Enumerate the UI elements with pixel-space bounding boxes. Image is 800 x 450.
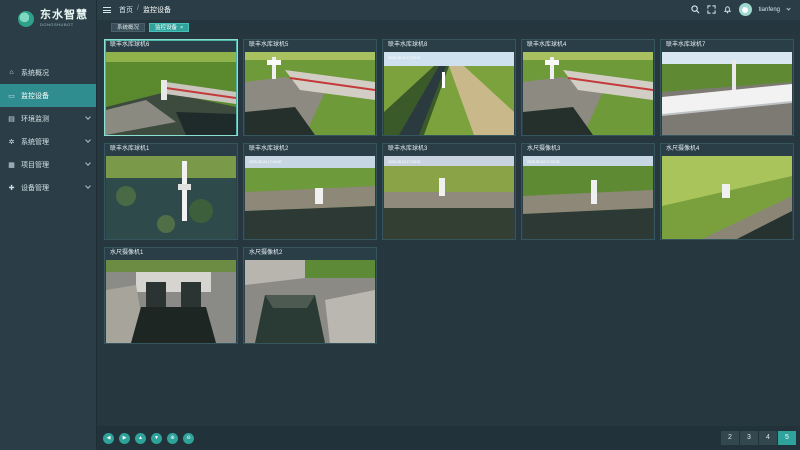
zoom-out-icon[interactable]: ⊖ xyxy=(183,432,194,444)
zoom-in-icon[interactable]: ⊕ xyxy=(167,432,178,444)
sidebar-item-monitor[interactable]: ▭ 监控设备 xyxy=(0,84,96,107)
sidebar-item-label: 系统管理 xyxy=(21,138,49,146)
username[interactable]: tianfeng xyxy=(759,7,780,13)
camera-tile[interactable]: 水尺摄像机3 2025-05-24 17:00:32 xyxy=(521,143,655,240)
tab-monitor[interactable]: 监控设备 × xyxy=(149,22,190,32)
chevron-down-icon[interactable] xyxy=(786,6,791,11)
breadcrumb: 首页 / 监控设备 xyxy=(119,5,171,15)
sidebar-item-label: 设备管理 xyxy=(21,184,49,192)
up-arrow-icon[interactable]: ▲ xyxy=(135,432,146,444)
sidebar-item-project[interactable]: ▦ 项目管理 xyxy=(0,153,96,176)
camera-tile[interactable]: 水尺摄像机1 xyxy=(104,247,238,344)
home-icon: ⌂ xyxy=(9,69,14,76)
camera-grid: 联丰水库球机6 联丰水库球机5 联丰水库球机8 2025-05-24 17:00… xyxy=(97,34,800,426)
camera-feed[interactable] xyxy=(106,260,236,343)
camera-feed[interactable] xyxy=(662,52,792,135)
camera-feed[interactable] xyxy=(523,52,653,135)
top-header: 首页 / 监控设备 tianfeng xyxy=(97,0,800,20)
page-button-2[interactable]: 2 xyxy=(721,431,739,445)
camera-title: 水尺摄像机4 xyxy=(666,146,700,152)
fullscreen-icon[interactable] xyxy=(707,5,716,14)
camera-feed[interactable] xyxy=(662,156,792,239)
camera-tile[interactable]: 联丰水库球机1 xyxy=(104,143,238,240)
logo-icon xyxy=(18,10,34,27)
camera-title: 联丰水库球机7 xyxy=(666,42,706,48)
logo: 东水智慧 DONGSHUBOT xyxy=(0,0,96,37)
camera-tile[interactable]: 联丰水库球机7 xyxy=(660,39,794,136)
camera-tile[interactable]: 水尺摄像机2 xyxy=(243,247,377,344)
camera-tile[interactable]: 联丰水库球机4 xyxy=(521,39,655,136)
breadcrumb-current: 监控设备 xyxy=(142,7,171,14)
camera-feed[interactable] xyxy=(245,52,375,135)
sidebar-item-label: 环境监测 xyxy=(21,115,49,123)
camera-tile[interactable]: 联丰水库球机8 2025-05-24 17:00:32 xyxy=(382,39,516,136)
gear-icon: ✲ xyxy=(8,138,15,146)
close-icon[interactable]: × xyxy=(180,25,183,31)
notification-bell-icon[interactable] xyxy=(723,5,732,14)
search-icon[interactable] xyxy=(691,5,700,14)
document-icon: ▤ xyxy=(8,115,15,123)
chevron-down-icon xyxy=(85,160,91,166)
sidebar-menu: ⌂ 系统概况 ▭ 监控设备 ▤ 环境监测 ✲ 系统管理 ▦ 项目管理 ✚ 设备管… xyxy=(0,61,96,199)
pagination: 2 3 4 5 xyxy=(721,431,796,445)
menu-toggle-icon[interactable] xyxy=(103,7,111,13)
camera-title: 联丰水库球机3 xyxy=(388,146,428,152)
camera-feed[interactable]: 2025-05-24 17:00:32 xyxy=(245,156,375,239)
logo-subtitle: DONGSHUBOT xyxy=(40,22,74,27)
camera-title: 联丰水库球机2 xyxy=(249,146,289,152)
monitor-icon: ▭ xyxy=(8,92,15,100)
camera-feed[interactable] xyxy=(106,156,236,239)
grid-icon: ▦ xyxy=(8,161,15,169)
chevron-down-icon xyxy=(85,183,91,189)
page-button-3[interactable]: 3 xyxy=(740,431,758,445)
camera-timestamp: 2025-05-24 17:00:32 xyxy=(388,56,421,60)
camera-tile[interactable]: 联丰水库球机3 2025-05-24 17:00:32 xyxy=(382,143,516,240)
camera-title: 水尺摄像机3 xyxy=(527,146,561,152)
down-arrow-icon[interactable]: ▼ xyxy=(151,432,162,444)
camera-title: 联丰水库球机5 xyxy=(249,42,289,48)
camera-feed[interactable]: 2025-05-24 17:00:32 xyxy=(384,52,514,135)
sidebar-item-label: 监控设备 xyxy=(21,92,49,100)
sidebar-item-label: 系统概况 xyxy=(21,69,49,77)
camera-title: 水尺摄像机2 xyxy=(249,250,283,256)
sidebar-item-environment[interactable]: ▤ 环境监测 xyxy=(0,107,96,130)
camera-title: 联丰水库球机1 xyxy=(110,146,150,152)
logo-title: 东水智慧 xyxy=(40,9,88,21)
app-root: 东水智慧 DONGSHUBOT ⌂ 系统概况 ▭ 监控设备 ▤ 环境监测 ✲ 系… xyxy=(0,0,800,450)
camera-feed[interactable] xyxy=(106,52,236,135)
control-bar: ◀ ▶ ▲ ▼ ⊕ ⊖ 2 3 4 5 xyxy=(97,426,800,450)
tab-overview[interactable]: 系统概况 xyxy=(111,22,146,32)
camera-timestamp: 2025-05-24 17:00:32 xyxy=(388,160,421,164)
sidebar-item-system[interactable]: ✲ 系统管理 xyxy=(0,130,96,153)
sidebar-item-device[interactable]: ✚ 设备管理 xyxy=(0,176,96,199)
camera-feed[interactable]: 2025-05-24 17:00:32 xyxy=(523,156,653,239)
tags-bar: 系统概况 监控设备 × xyxy=(97,20,800,34)
camera-timestamp: 2025-05-24 17:00:32 xyxy=(527,160,560,164)
breadcrumb-separator: / xyxy=(137,5,139,12)
left-arrow-icon[interactable]: ◀ xyxy=(103,432,114,444)
sidebar-item-overview[interactable]: ⌂ 系统概况 xyxy=(0,61,96,84)
camera-tile[interactable]: 水尺摄像机4 xyxy=(660,143,794,240)
avatar[interactable] xyxy=(738,3,752,16)
camera-tile[interactable]: 联丰水库球机5 xyxy=(243,39,377,136)
camera-timestamp: 2025-05-24 17:00:32 xyxy=(249,160,282,164)
chevron-down-icon xyxy=(85,114,91,120)
camera-feed[interactable] xyxy=(245,260,375,343)
camera-title: 联丰水库球机4 xyxy=(527,42,567,48)
device-icon: ✚ xyxy=(8,184,15,192)
camera-title: 水尺摄像机1 xyxy=(110,250,144,256)
right-arrow-icon[interactable]: ▶ xyxy=(119,432,130,444)
camera-feed[interactable]: 2025-05-24 17:00:32 xyxy=(384,156,514,239)
camera-title: 联丰水库球机6 xyxy=(110,42,150,48)
sidebar-item-label: 项目管理 xyxy=(21,161,49,169)
camera-title: 联丰水库球机8 xyxy=(388,42,428,48)
sidebar: 东水智慧 DONGSHUBOT ⌂ 系统概况 ▭ 监控设备 ▤ 环境监测 ✲ 系… xyxy=(0,0,97,450)
chevron-down-icon xyxy=(85,137,91,143)
camera-tile[interactable]: 联丰水库球机6 xyxy=(104,39,238,136)
page-button-5[interactable]: 5 xyxy=(778,431,796,445)
breadcrumb-home[interactable]: 首页 xyxy=(119,5,133,15)
page-button-4[interactable]: 4 xyxy=(759,431,777,445)
camera-tile[interactable]: 联丰水库球机2 2025-05-24 17:00:32 xyxy=(243,143,377,240)
